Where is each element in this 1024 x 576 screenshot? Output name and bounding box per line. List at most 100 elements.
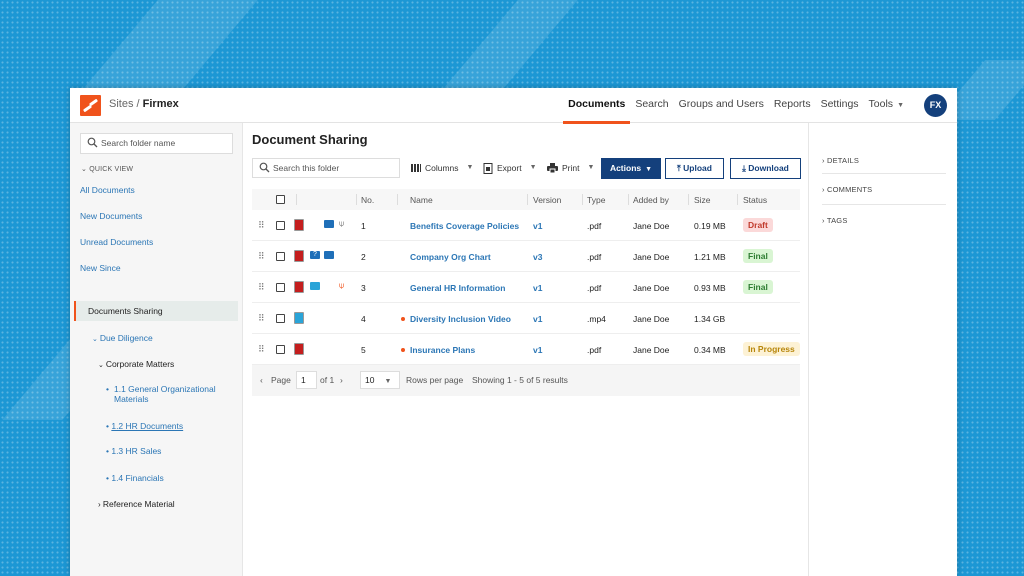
page-number-input[interactable]: 1 — [296, 371, 317, 389]
quick-link-new-documents[interactable]: New Documents — [80, 211, 142, 221]
select-all-checkbox[interactable] — [276, 195, 285, 204]
version-link[interactable]: v1 — [533, 314, 542, 324]
file-type: .pdf — [587, 283, 602, 293]
column-header-added-by[interactable]: Added by — [633, 195, 669, 205]
rows-per-page-select[interactable]: 10 ▼ — [360, 371, 400, 389]
quick-link-new-since[interactable]: New Since — [80, 263, 121, 273]
columns-icon — [411, 164, 421, 172]
breadcrumb: Sites / Firmex — [109, 98, 179, 110]
nav-search[interactable]: Search — [630, 88, 673, 123]
avatar[interactable]: FX — [924, 94, 947, 117]
signature-icon[interactable]: ⍦ — [339, 218, 344, 229]
status-badge: Final — [743, 280, 773, 294]
section-comments[interactable]: › COMMENTS — [822, 185, 946, 194]
nav-reports[interactable]: Reports — [769, 88, 816, 123]
actions-button[interactable]: Actions ▼ — [601, 158, 661, 179]
added-by: Jane Doe — [633, 252, 670, 262]
question-icon[interactable]: ? — [310, 251, 320, 259]
download-button[interactable]: ⤓ Download — [730, 158, 801, 179]
folder-financials[interactable]: • 1.4 Financials — [106, 473, 164, 483]
row-checkbox[interactable] — [276, 314, 285, 323]
previous-page-icon[interactable]: ‹ — [260, 375, 263, 385]
column-header-status[interactable]: Status — [743, 195, 767, 205]
folder-documents-sharing[interactable]: Documents Sharing — [74, 301, 238, 321]
column-header-no[interactable]: No. — [361, 195, 374, 205]
details-panel: › DETAILS › COMMENTS › TAGS — [808, 123, 957, 576]
table-row[interactable]: ⠿ 5 Insurance Plans v1 .pdf Jane Doe 0.34 MB In… — [252, 334, 800, 365]
row-checkbox[interactable] — [276, 252, 285, 261]
main-content: Document Sharing Search this folder Colu… — [243, 123, 808, 576]
table-row[interactable]: ⠿? 2 Company Org Chart v3 .pdf Jane Doe 1.21 M… — [252, 241, 800, 272]
section-details[interactable]: › DETAILS — [822, 156, 946, 165]
quick-link-all-documents[interactable]: All Documents — [80, 185, 135, 195]
drag-handle-icon[interactable]: ⠿ — [258, 251, 265, 262]
row-number: 4 — [361, 314, 366, 324]
comment-icon[interactable] — [324, 220, 334, 228]
pdf-icon — [294, 281, 304, 293]
folder-general-organizational-materials[interactable]: • 1.1 General Organizational Materials — [106, 384, 236, 404]
drag-handle-icon[interactable]: ⠿ — [258, 344, 265, 355]
nav-tools[interactable]: Tools ▼ — [864, 88, 909, 123]
upload-button[interactable]: ⤒ Upload — [665, 158, 724, 179]
drag-handle-icon[interactable]: ⠿ — [258, 220, 265, 231]
next-page-icon[interactable]: › — [340, 375, 343, 385]
folder-hr-sales[interactable]: • 1.3 HR Sales — [106, 446, 161, 456]
folder-content-search-input[interactable]: Search this folder — [252, 158, 400, 178]
column-header-name[interactable]: Name — [410, 195, 433, 205]
column-header-size[interactable]: Size — [694, 195, 711, 205]
comment-disabled-icon[interactable] — [310, 282, 320, 290]
version-link[interactable]: v1 — [533, 283, 542, 293]
comment-icon[interactable] — [324, 251, 334, 259]
row-checkbox[interactable] — [276, 345, 285, 354]
table-row[interactable]: ⠿ 4 Diversity Inclusion Video v1 .mp4 Jane Do… — [252, 303, 800, 334]
breadcrumb-sites[interactable]: Sites — [109, 98, 133, 110]
file-name-link[interactable]: Benefits Coverage Policies — [410, 221, 519, 231]
folder-due-diligence[interactable]: ⌄ Due Diligence — [92, 333, 153, 343]
nav-groups-and-users[interactable]: Groups and Users — [674, 88, 769, 123]
top-bar: Sites / Firmex Documents Search Groups a… — [70, 88, 957, 124]
version-link[interactable]: v3 — [533, 252, 542, 262]
row-checkbox[interactable] — [276, 221, 285, 230]
file-name-link[interactable]: Diversity Inclusion Video — [410, 314, 511, 324]
folder-search-input[interactable]: Search folder name — [80, 133, 233, 154]
table-header: No. Name Version Type Added by Size Stat… — [252, 189, 800, 210]
table-row[interactable]: ⠿ ⍦ 3 General HR Information v1 .pdf Jane Doe 0… — [252, 272, 800, 303]
column-header-type[interactable]: Type — [587, 195, 605, 205]
status-badge: Draft — [743, 218, 773, 232]
folder-reference-material[interactable]: › Reference Material — [98, 499, 175, 509]
folder-corporate-matters[interactable]: ⌄ Corporate Matters — [98, 359, 174, 369]
nav-settings[interactable]: Settings — [816, 88, 864, 123]
drag-handle-icon[interactable]: ⠿ — [258, 282, 265, 293]
file-size: 0.34 MB — [694, 345, 726, 355]
print-button[interactable]: Print ▼ — [547, 158, 594, 178]
firmex-logo[interactable] — [80, 95, 101, 116]
signature-icon[interactable]: ⍦ — [339, 280, 344, 291]
quick-link-unread-documents[interactable]: Unread Documents — [80, 237, 153, 247]
version-link[interactable]: v1 — [533, 345, 542, 355]
row-checkbox[interactable] — [276, 283, 285, 292]
table-row[interactable]: ⠿ ⍦ 1 Benefits Coverage Policies v1 .pdf Jane … — [252, 210, 800, 241]
row-number: 2 — [361, 252, 366, 262]
file-name-link[interactable]: Company Org Chart — [410, 252, 491, 262]
section-tags[interactable]: › TAGS — [822, 216, 946, 225]
new-indicator-icon — [401, 348, 405, 352]
file-name-link[interactable]: Insurance Plans — [410, 345, 475, 355]
quick-view-toggle[interactable]: ⌄ QUICK VIEW — [81, 165, 133, 173]
row-number: 5 — [361, 345, 366, 355]
export-button[interactable]: Export ▼ — [483, 158, 537, 178]
row-number: 1 — [361, 221, 366, 231]
new-indicator-icon — [401, 317, 405, 321]
nav-documents[interactable]: Documents — [563, 88, 631, 124]
search-icon — [259, 162, 270, 173]
page-title: Document Sharing — [252, 132, 368, 147]
drag-handle-icon[interactable]: ⠿ — [258, 313, 265, 324]
results-summary: Showing 1 - 5 of 5 results — [472, 375, 568, 385]
sidebar: Search folder name ⌄ QUICK VIEW All Docu… — [70, 123, 243, 576]
column-header-version[interactable]: Version — [533, 195, 561, 205]
version-link[interactable]: v1 — [533, 221, 542, 231]
file-name-link[interactable]: General HR Information — [410, 283, 505, 293]
folder-hr-documents[interactable]: • 1.2 HR Documents — [106, 421, 183, 431]
chevron-down-icon: ⌄ — [81, 166, 90, 173]
status-badge: Final — [743, 249, 773, 263]
columns-button[interactable]: Columns ▼ — [411, 158, 473, 178]
